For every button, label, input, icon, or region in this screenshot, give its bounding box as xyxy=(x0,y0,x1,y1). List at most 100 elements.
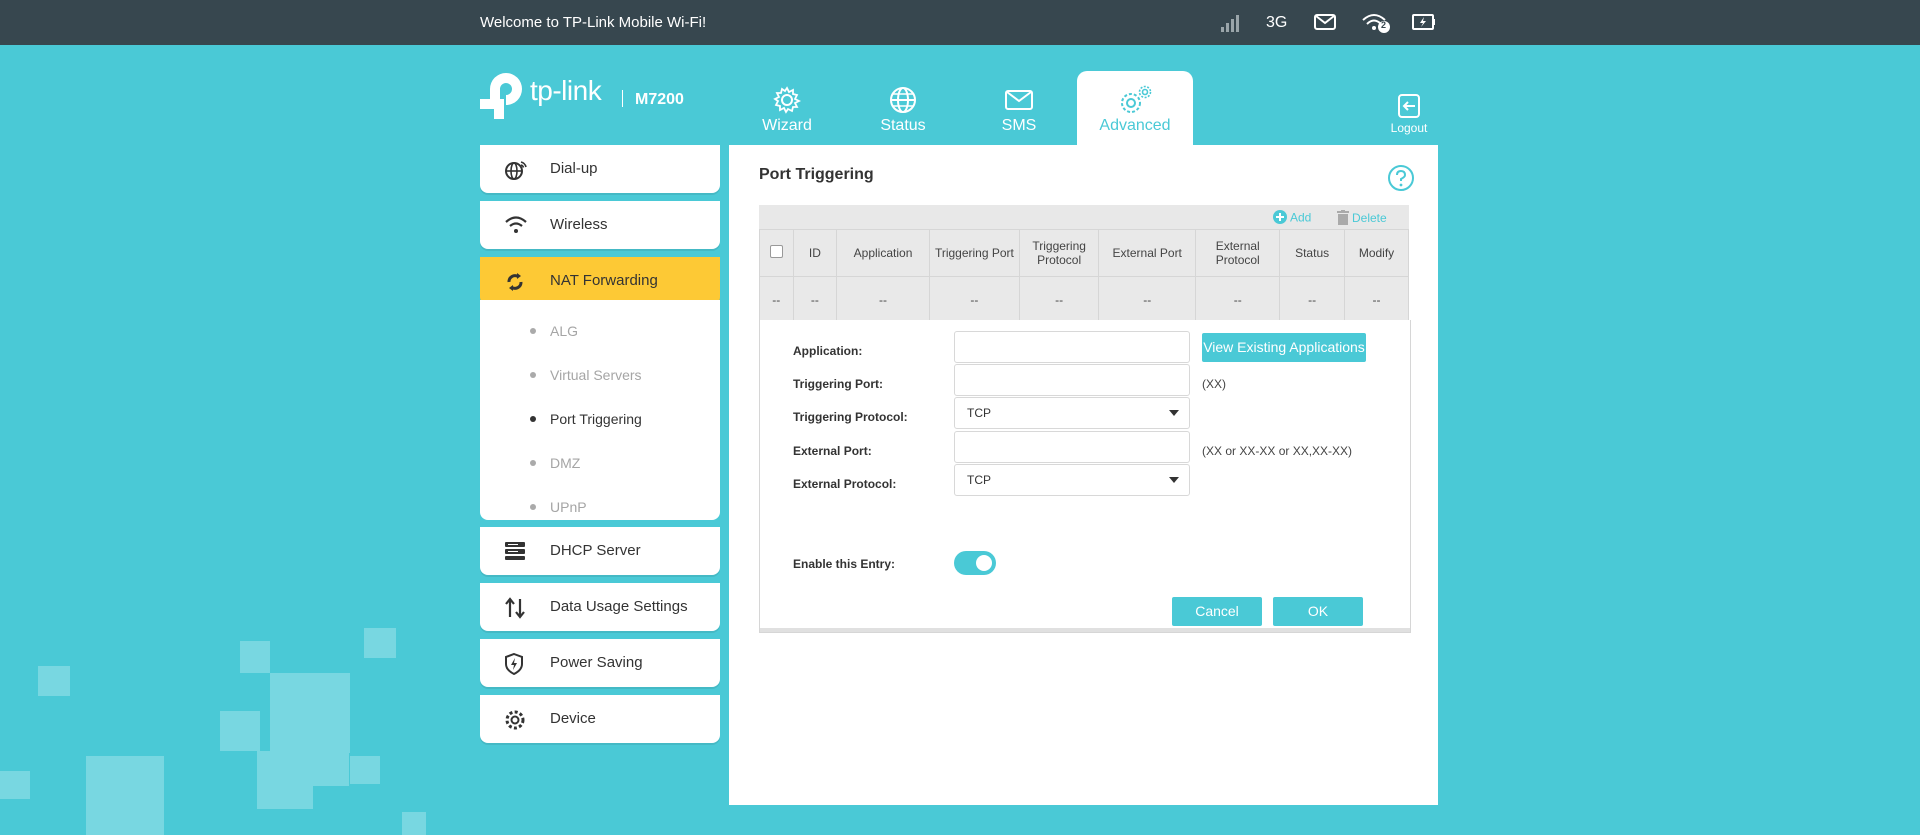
wifi-icon xyxy=(505,216,527,233)
external-port-label: External Port: xyxy=(793,444,872,458)
submenu-item-upnp[interactable]: UPnP xyxy=(480,492,720,522)
column-header: External Protocol xyxy=(1195,229,1281,277)
sidebar-item-label: Power Saving xyxy=(550,654,643,671)
sidebar-item-data-usage-settings[interactable]: Data Usage Settings xyxy=(480,583,720,631)
view-existing-applications-button[interactable]: View Existing Applications xyxy=(1202,333,1366,362)
cancel-button[interactable]: Cancel xyxy=(1172,597,1262,626)
gear-icon xyxy=(505,710,525,730)
sidebar-item-power-saving[interactable]: Power Saving xyxy=(480,639,720,687)
submenu-item-virtual-servers[interactable]: Virtual Servers xyxy=(480,360,720,390)
envelope-icon xyxy=(1005,90,1033,110)
mail-icon[interactable] xyxy=(1314,14,1336,35)
triggering-protocol-label: Triggering Protocol: xyxy=(793,410,908,424)
table-cell: -- xyxy=(1279,276,1345,323)
sidebar-item-nat-forwarding[interactable]: NAT Forwarding xyxy=(480,257,720,305)
column-header: Triggering Port xyxy=(928,229,1021,277)
logo-text: tp-link xyxy=(530,75,602,106)
application-input[interactable] xyxy=(954,331,1190,363)
tab-sms[interactable]: SMS xyxy=(961,71,1077,145)
tab-advanced[interactable]: Advanced xyxy=(1077,71,1193,145)
sidebar-item-label: DHCP Server xyxy=(550,542,641,559)
battery-icon xyxy=(1412,14,1436,35)
logo-divider xyxy=(622,90,623,107)
tab-status[interactable]: Status xyxy=(845,71,961,145)
plus-circle-icon xyxy=(1273,210,1287,227)
select-all-cell xyxy=(759,229,794,277)
bullet xyxy=(530,504,536,510)
table-cell: -- xyxy=(1019,276,1100,323)
add-label: Add xyxy=(1290,210,1312,225)
port-triggering-table: ID Application Triggering Port Triggerin… xyxy=(759,229,1409,323)
submenu-label: Port Triggering xyxy=(550,411,642,427)
ok-button[interactable]: OK xyxy=(1273,597,1363,626)
table-header-row: ID Application Triggering Port Triggerin… xyxy=(759,229,1409,277)
add-button[interactable]: Add xyxy=(1273,210,1311,227)
nat-submenu: ALG Virtual Servers Port Triggering DMZ … xyxy=(480,300,720,520)
tab-wizard[interactable]: Wizard xyxy=(729,71,845,145)
wifi-icon[interactable] xyxy=(1361,12,1391,39)
signal-icon xyxy=(1220,13,1240,38)
table-cell: -- xyxy=(1344,276,1409,323)
column-header: Triggering Protocol xyxy=(1019,229,1100,277)
submenu-item-dmz[interactable]: DMZ xyxy=(480,448,720,478)
globe-icon xyxy=(890,87,916,113)
enable-entry-label: Enable this Entry: xyxy=(793,557,896,571)
external-port-input[interactable] xyxy=(954,431,1190,463)
sidebar-item-label: NAT Forwarding xyxy=(550,272,658,289)
submenu-label: Virtual Servers xyxy=(550,367,642,383)
toggle-knob xyxy=(976,555,992,571)
external-port-hint: (XX or XX-XX or XX,XX-XX) xyxy=(1202,444,1353,458)
sidebar-item-wireless[interactable]: Wireless xyxy=(480,201,720,249)
bullet xyxy=(530,328,536,334)
delete-label: Delete xyxy=(1352,211,1387,226)
column-header: Modify xyxy=(1344,229,1409,277)
logout-icon xyxy=(1398,94,1420,118)
table-toolbar: Add Delete xyxy=(759,205,1409,229)
server-icon xyxy=(505,542,525,560)
table-row: -- -- -- -- -- -- -- -- -- xyxy=(759,276,1409,323)
column-header: External Port xyxy=(1098,229,1197,277)
submenu-item-port-triggering[interactable]: Port Triggering xyxy=(480,404,720,434)
sidebar-item-label: Wireless xyxy=(550,216,608,233)
sidebar-item-label: Data Usage Settings xyxy=(550,598,688,615)
sidebar-item-dial-up[interactable]: Dial-up xyxy=(480,145,720,193)
welcome-text: Welcome to TP-Link Mobile Wi-Fi! xyxy=(480,14,707,31)
gears-icon xyxy=(1121,85,1152,113)
sidebar-item-label: Dial-up xyxy=(550,160,598,177)
trash-icon xyxy=(1337,210,1349,228)
network-type: 3G xyxy=(1266,14,1288,31)
sidebar-item-dhcp-server[interactable]: DHCP Server xyxy=(480,527,720,575)
submenu-label: DMZ xyxy=(550,455,581,471)
delete-button[interactable]: Delete xyxy=(1337,210,1387,228)
main-panel: Port Triggering Add Delete ID Applicatio… xyxy=(729,145,1438,805)
globe-dial-icon xyxy=(505,161,527,180)
triggering-port-hint: (XX) xyxy=(1202,377,1226,391)
external-protocol-label: External Protocol: xyxy=(793,477,897,491)
external-protocol-select[interactable]: TCP xyxy=(954,464,1190,496)
triggering-port-label: Triggering Port: xyxy=(793,377,883,391)
triggering-port-input[interactable] xyxy=(954,364,1190,396)
bullet xyxy=(530,416,536,422)
sidebar-item-device[interactable]: Device xyxy=(480,695,720,743)
bullet xyxy=(530,372,536,378)
enable-entry-toggle[interactable] xyxy=(954,551,996,575)
column-header: Status xyxy=(1279,229,1345,277)
sidebar-item-label: Device xyxy=(550,710,596,727)
nat-icon xyxy=(507,273,523,291)
triggering-protocol-select[interactable]: TCP xyxy=(954,397,1190,429)
arrows-updown-icon xyxy=(505,597,525,619)
table-cell: -- xyxy=(836,276,930,323)
application-label: Application: xyxy=(793,344,863,358)
model-name: M7200 xyxy=(635,91,684,108)
submenu-item-alg[interactable]: ALG xyxy=(480,316,720,346)
wifi-client-count: 2 xyxy=(1381,20,1387,30)
column-header: ID xyxy=(792,229,838,277)
tp-link-logo-icon xyxy=(480,73,522,119)
form-divider xyxy=(760,628,1410,632)
logout-button[interactable]: Logout xyxy=(1385,93,1433,135)
select-all-checkbox[interactable] xyxy=(769,245,783,258)
table-cell: -- xyxy=(928,276,1021,323)
tab-label: Wizard xyxy=(762,117,812,134)
submenu-label: ALG xyxy=(550,323,579,339)
help-icon[interactable] xyxy=(1387,164,1415,192)
